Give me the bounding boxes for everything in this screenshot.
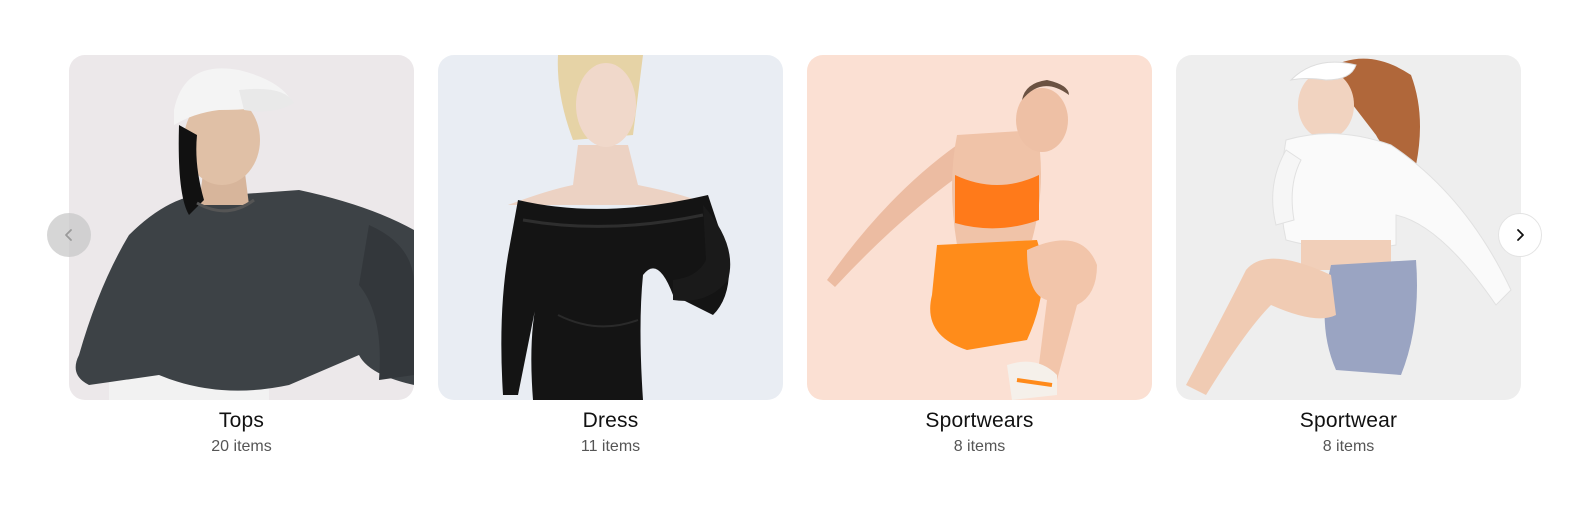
carousel-prev-button[interactable] [47, 213, 91, 257]
category-item-count: 11 items [580, 438, 641, 455]
category-card-sportwears[interactable]: Sportwears 8 items [807, 55, 1152, 475]
category-image-tops [69, 55, 414, 400]
category-title: Sportwears [925, 409, 1034, 432]
category-item-count: 20 items [211, 438, 272, 455]
category-card-sportwear[interactable]: Sportwear 8 items [1176, 55, 1521, 475]
category-title: Dress [582, 409, 639, 432]
category-image-sportwear [1176, 55, 1521, 400]
category-card-dress[interactable]: Dress 11 items [438, 55, 783, 475]
chevron-right-icon [1517, 229, 1524, 241]
category-title: Sportwear [1299, 409, 1398, 432]
category-item-count: 8 items [1322, 438, 1375, 455]
category-image-dress [438, 55, 783, 400]
category-carousel: Tops 20 items Dress 11 items Sportwears … [0, 0, 1569, 512]
category-item-count: 8 items [953, 438, 1006, 455]
carousel-next-button[interactable] [1498, 213, 1542, 257]
category-image-sportwears [807, 55, 1152, 400]
category-card-tops[interactable]: Tops 20 items [69, 55, 414, 475]
category-title: Tops [218, 409, 265, 432]
chevron-left-icon [65, 229, 72, 241]
